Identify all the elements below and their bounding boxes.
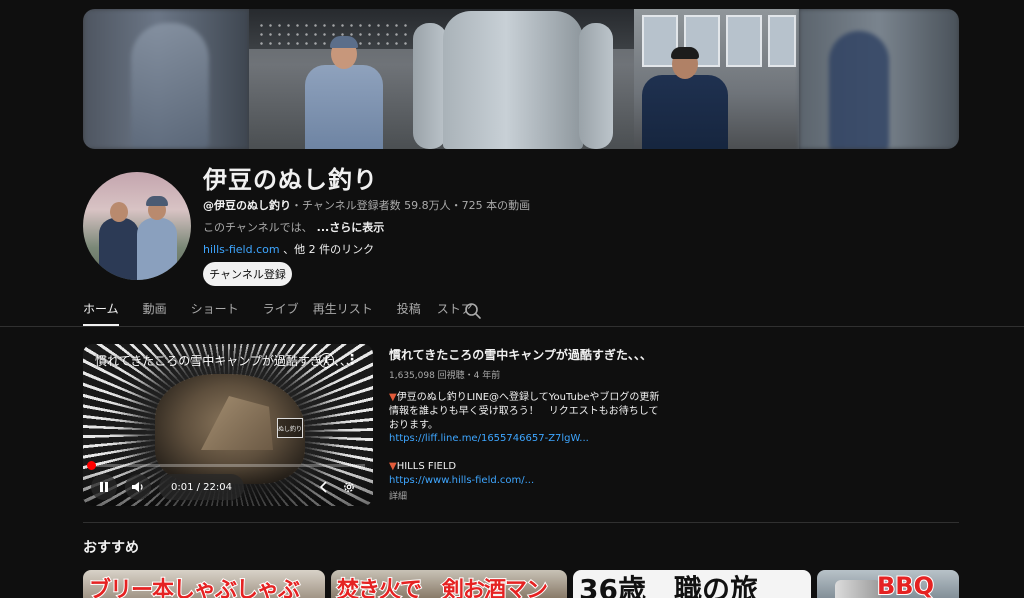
thumbnail-text: ブリー本しゃぶしゃぶ [88,577,301,598]
banner-person-right [631,47,739,149]
hills-field-heading: ▼HILLS FIELD [389,461,456,472]
tab-playlists[interactable]: 再生リスト [313,300,373,326]
pause-icon [100,482,108,492]
more-links-text[interactable]: 、他 2 件のリンク [280,243,374,256]
channel-tabs: ホーム 動画 ショート ライブ 再生リスト 投稿 ストア [83,300,497,326]
tabs-divider [0,326,1024,327]
recommended-thumbnail[interactable]: 36歳 職の旅 [573,570,811,598]
banner-right-blur [799,9,959,149]
channel-handle: @伊豆のぬし釣り [203,199,291,212]
tab-posts[interactable]: 投稿 [397,300,421,326]
banner-statue [413,9,613,149]
channel-website-link[interactable]: hills-field.com [203,243,280,256]
featured-video-title[interactable]: 慣れてきたころの雪中キャンプが過酷すぎた、、、 [389,346,652,363]
thumbnail-text: 焚き火で 剣お酒マン [336,577,549,598]
channel-avatar[interactable] [83,172,191,280]
channel-name: 伊豆のぬし釣り [203,166,378,194]
volume-button[interactable] [125,474,151,500]
channel-links[interactable]: hills-field.com 、他 2 件のリンク [203,241,374,257]
featured-video-stats: 1,635,098 回視聴・4 年前 [389,371,501,381]
hills-field-label: HILLS FIELD [396,461,457,472]
collapse-button[interactable] [311,474,337,500]
tab-home[interactable]: ホーム [83,300,119,326]
pause-button[interactable] [91,474,117,500]
hills-marker: ▼ [389,461,397,472]
channel-stats: ・チャンネル登録者数 59.8万人・725 本の動画 [291,199,531,212]
description-text: このチャンネルでは、 [203,221,313,234]
tab-shorts[interactable]: ショート [191,300,239,326]
line-link[interactable]: https://liff.line.me/1655746657-Z7lgW... [389,433,589,444]
section-divider [83,522,959,523]
search-icon[interactable] [464,302,482,320]
tab-videos[interactable]: 動画 [143,300,167,326]
channel-description[interactable]: このチャンネルでは、 ...さらに表示 [203,219,384,235]
video-logo: ぬし釣り [277,418,303,438]
recommended-thumbnail[interactable]: BBQ [817,570,959,598]
thumbnail-text: 36歳 職の旅 [579,573,758,598]
subscribe-button[interactable]: チャンネル登録 [203,262,292,286]
info-icon[interactable]: i [319,353,334,368]
channel-banner [83,9,959,149]
details-link[interactable]: 詳細 [389,489,407,502]
more-vert-icon[interactable]: ⋮ [345,352,359,368]
grill-image [835,580,881,598]
thumbnail-text: BBQ [876,571,935,598]
time-display: 0:01 / 22:04 [159,474,245,500]
featured-video-player[interactable]: ぬし釣り 慣れてきたころの雪中キャンプが過酷すぎた、、、 i ⋮ 0:01 / … [83,344,373,506]
recommended-thumbnail[interactable]: ブリー本しゃぶしゃぶ [83,570,325,598]
desc-marker: ▼ [389,392,397,403]
recommended-heading: おすすめ [83,540,139,556]
banner-left-blur [83,9,249,149]
banner-person-left [295,36,393,149]
settings-button[interactable] [336,474,362,500]
tab-live[interactable]: ライブ [263,300,299,326]
progress-bar[interactable] [87,461,365,470]
featured-video-description: ▼伊豆のぬし釣りLINE@へ登録してYouTubeやブログの更新情報を誰よりも早… [389,391,661,433]
progress-scrubber[interactable] [87,461,96,470]
chevron-left-icon [319,481,327,493]
gear-icon [344,482,354,492]
channel-meta: @伊豆のぬし釣り・チャンネル登録者数 59.8万人・725 本の動画 [203,197,530,213]
description-body: 伊豆のぬし釣りLINE@へ登録してYouTubeやブログの更新情報を誰よりも早く… [389,392,660,431]
volume-icon [132,482,143,492]
show-more-link[interactable]: ...さらに表示 [317,221,385,234]
hills-field-link[interactable]: https://www.hills-field.com/... [389,475,534,486]
recommended-thumbnail[interactable]: 焚き火で 剣お酒マン [331,570,567,598]
